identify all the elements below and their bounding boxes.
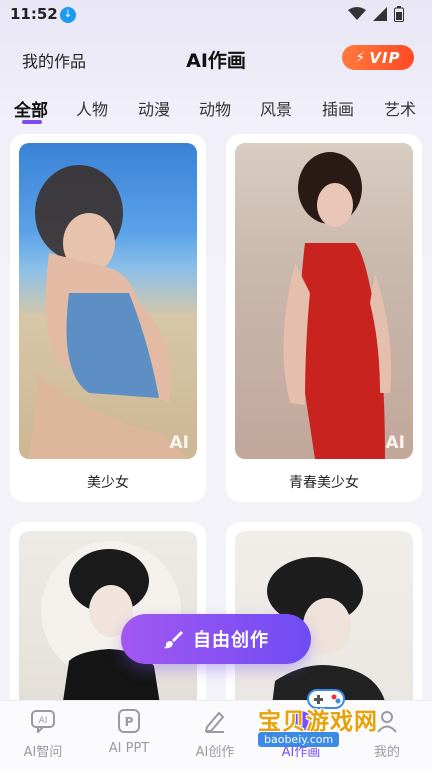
nav-label: AI PPT — [108, 741, 150, 756]
artwork-image: AI — [19, 143, 197, 459]
nav-ai-create[interactable]: AI创作 — [172, 709, 258, 760]
category-tabs: 全部 人物 动漫 动物 风景 插画 艺术 — [0, 92, 432, 126]
battery-icon — [394, 6, 404, 22]
header: 我的作品 AI作画 ⚡ VIP — [0, 40, 432, 80]
wifi-icon — [348, 7, 366, 20]
girl-red-dress-illustration — [283, 152, 391, 459]
girl-on-beach-illustration — [29, 165, 189, 459]
tab-people[interactable]: 人物 — [76, 96, 108, 120]
ai-badge: AI — [385, 433, 405, 453]
vip-button[interactable]: ⚡ VIP — [342, 45, 414, 70]
pen-icon — [204, 711, 225, 733]
watermark-text: 宝贝游戏网 — [258, 709, 378, 735]
artwork-image: AI — [235, 143, 413, 459]
watermark-url: baobeiy.com — [258, 732, 340, 747]
ai-chat-icon: AI — [31, 710, 55, 735]
tab-indicator — [22, 120, 42, 124]
artwork-card[interactable]: AI 美少女 — [10, 134, 206, 502]
card-caption: 美少女 — [87, 475, 129, 491]
tab-art[interactable]: 艺术 — [384, 96, 416, 120]
status-bar: 11:52 ↓ — [0, 0, 432, 30]
free-create-button[interactable]: 自由创作 — [121, 614, 311, 664]
tab-illustration[interactable]: 插画 — [322, 96, 354, 120]
svg-text:AI: AI — [39, 716, 48, 726]
free-create-label: 自由创作 — [193, 630, 269, 651]
download-icon: ↓ — [60, 7, 76, 23]
vip-label: VIP — [369, 48, 401, 67]
nav-ai-ppt[interactable]: P AI PPT — [86, 709, 172, 756]
signal-icon — [373, 7, 387, 21]
ai-badge: AI — [169, 433, 189, 453]
nav-label: AI智问 — [23, 745, 63, 760]
tab-scenery[interactable]: 风景 — [260, 96, 292, 120]
brush-icon — [164, 631, 183, 649]
nav-label: AI创作 — [195, 745, 235, 760]
artwork-card[interactable]: AI 青春美少女 — [226, 134, 422, 502]
tab-all[interactable]: 全部 — [14, 96, 48, 121]
ppt-icon: P — [118, 709, 140, 733]
svg-text:P: P — [125, 715, 134, 729]
tab-anime[interactable]: 动漫 — [138, 96, 170, 120]
status-time: 11:52 — [10, 5, 58, 23]
system-icons — [348, 6, 404, 22]
tab-animals[interactable]: 动物 — [199, 96, 231, 120]
lightning-icon: ⚡ — [355, 49, 366, 66]
watermark: 宝贝游戏网 baobeiy.com — [258, 689, 432, 762]
card-caption: 青春美少女 — [289, 475, 359, 491]
nav-ai-chat[interactable]: AI AI智问 — [0, 709, 86, 760]
